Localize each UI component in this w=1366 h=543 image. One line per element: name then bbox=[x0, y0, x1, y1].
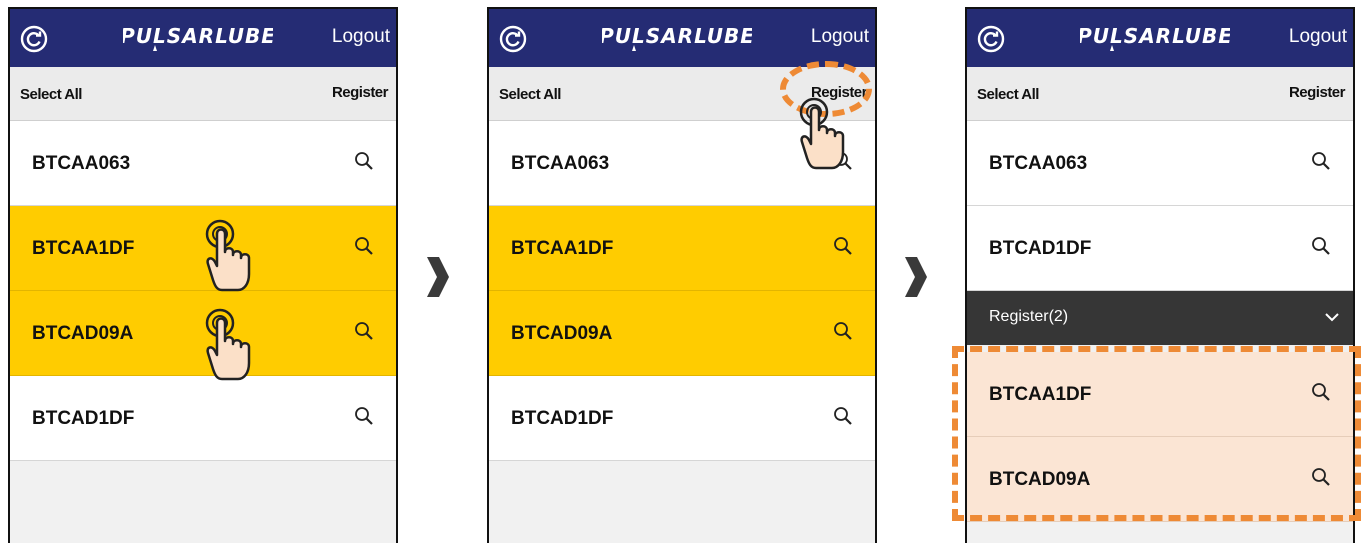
list-item[interactable]: BTCAA063 bbox=[10, 121, 396, 206]
step-arrow-icon bbox=[905, 257, 927, 297]
pulsarlube-logo: PULSARLUBE bbox=[1080, 24, 1230, 51]
tap-hand-icon bbox=[205, 308, 251, 381]
list-item-selected[interactable]: BTCAA1DF bbox=[489, 206, 875, 291]
list-item[interactable]: BTCAD1DF bbox=[489, 376, 875, 461]
device-id: BTCAA063 bbox=[32, 153, 131, 174]
search-icon[interactable] bbox=[354, 236, 374, 256]
app-header: PULSARLUBE Logout bbox=[967, 9, 1353, 67]
device-id: BTCAA1DF bbox=[511, 238, 614, 259]
search-icon[interactable] bbox=[354, 321, 374, 341]
pulsarlube-logo: PULSARLUBE bbox=[602, 24, 752, 51]
search-icon[interactable] bbox=[1311, 236, 1331, 256]
tap-hand-icon bbox=[799, 97, 845, 170]
device-id: BTCAD09A bbox=[32, 323, 134, 344]
select-all-button[interactable]: Select All bbox=[20, 86, 82, 103]
register-button[interactable]: Register bbox=[1289, 84, 1346, 101]
action-toolbar: Select All Register bbox=[967, 67, 1353, 121]
registered-items-highlight-callout bbox=[952, 346, 1361, 521]
search-icon[interactable] bbox=[354, 406, 374, 426]
search-icon[interactable] bbox=[1311, 151, 1331, 171]
register-group-header[interactable]: Register(2) bbox=[967, 291, 1353, 345]
logout-button[interactable]: Logout bbox=[1289, 26, 1347, 48]
device-id: BTCAD1DF bbox=[989, 238, 1092, 259]
refresh-icon[interactable] bbox=[499, 25, 527, 53]
refresh-icon[interactable] bbox=[20, 25, 48, 53]
step-arrow-icon bbox=[427, 257, 449, 297]
search-icon[interactable] bbox=[833, 406, 853, 426]
device-id: BTCAD1DF bbox=[511, 408, 614, 429]
svg-text:PULSARLUBE: PULSARLUBE bbox=[123, 24, 273, 48]
register-group-title: Register(2) bbox=[989, 308, 1069, 325]
list-item[interactable]: BTCAD1DF bbox=[10, 376, 396, 461]
search-icon[interactable] bbox=[833, 236, 853, 256]
device-id: BTCAA063 bbox=[511, 153, 610, 174]
svg-text:PULSARLUBE: PULSARLUBE bbox=[602, 24, 752, 48]
device-id: BTCAD09A bbox=[511, 323, 613, 344]
search-icon[interactable] bbox=[833, 321, 853, 341]
device-id: BTCAA063 bbox=[989, 153, 1088, 174]
svg-text:PULSARLUBE: PULSARLUBE bbox=[1080, 24, 1230, 48]
app-header: PULSARLUBE Logout bbox=[10, 9, 396, 67]
logout-button[interactable]: Logout bbox=[811, 26, 869, 48]
action-toolbar: Select All Register bbox=[10, 67, 396, 121]
select-all-button[interactable]: Select All bbox=[977, 86, 1039, 103]
device-id: BTCAA1DF bbox=[32, 238, 135, 259]
select-all-button[interactable]: Select All bbox=[499, 86, 561, 103]
list-item[interactable]: BTCAA063 bbox=[967, 121, 1353, 206]
device-id: BTCAD1DF bbox=[32, 408, 135, 429]
logout-button[interactable]: Logout bbox=[332, 26, 390, 48]
list-item[interactable]: BTCAD1DF bbox=[967, 206, 1353, 291]
tap-hand-icon bbox=[205, 219, 251, 292]
search-icon[interactable] bbox=[354, 151, 374, 171]
refresh-icon[interactable] bbox=[977, 25, 1005, 53]
chevron-down-icon[interactable] bbox=[1325, 313, 1339, 322]
list-item-selected[interactable]: BTCAD09A bbox=[489, 291, 875, 376]
pulsarlube-logo: PULSARLUBE bbox=[123, 24, 273, 51]
register-button[interactable]: Register bbox=[332, 84, 389, 101]
app-header: PULSARLUBE Logout bbox=[489, 9, 875, 67]
